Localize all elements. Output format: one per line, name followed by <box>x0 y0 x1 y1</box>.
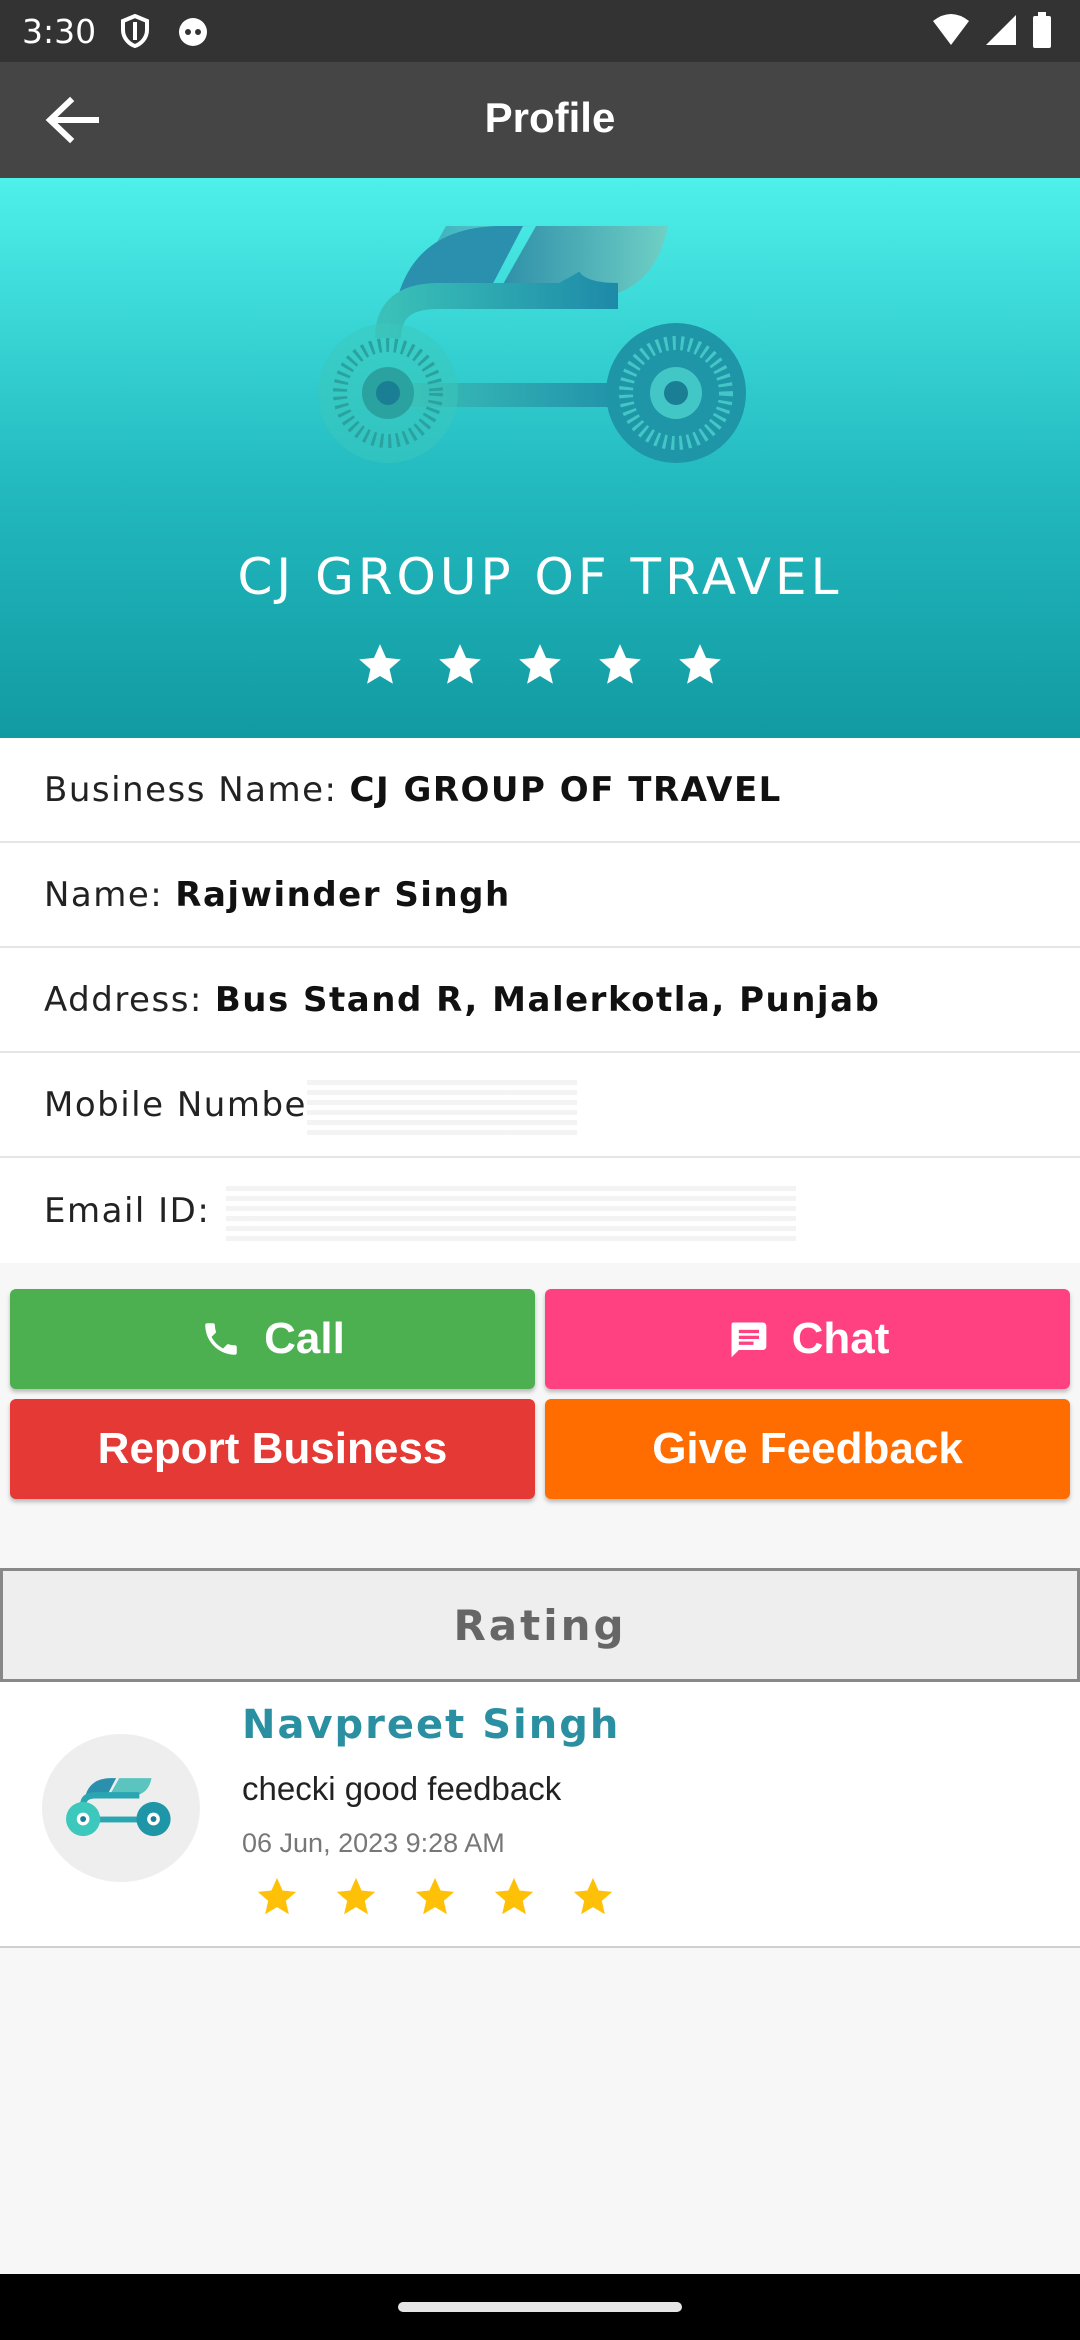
star-icon <box>359 644 401 684</box>
shield-icon <box>121 14 149 48</box>
review-item: Navpreet Singh checki good feedback 06 J… <box>0 1682 1080 1948</box>
chat-label: Chat <box>791 1314 890 1363</box>
business-name-row: Business Name: CJ GROUP OF TRAVEL <box>0 738 1080 843</box>
business-logo <box>318 226 746 463</box>
business-logo-icon <box>66 1778 171 1837</box>
email-row[interactable]: Email ID: <box>0 1158 1080 1263</box>
reviewer-name: Navpreet Singh <box>242 1702 621 1748</box>
address-row: Address: Bus Stand R, Malerkotla, Punjab <box>0 948 1080 1053</box>
rating-section-header: Rating <box>0 1568 1080 1682</box>
owner-name-label: Name: <box>44 874 164 915</box>
mobile-value-redacted <box>306 1074 577 1135</box>
star-icon <box>494 1877 534 1915</box>
give-feedback-label: Give Feedback <box>652 1424 963 1473</box>
email-label: Email ID: <box>44 1190 211 1231</box>
phone-icon <box>205 1323 237 1355</box>
business-header: CJ GROUP OF TRAVEL <box>0 178 1080 738</box>
home-gesture-handle[interactable] <box>398 2302 682 2312</box>
review-comment: checki good feedback <box>242 1770 562 1807</box>
chat-button[interactable]: Chat <box>545 1289 1070 1389</box>
star-icon <box>519 644 561 684</box>
report-business-label: Report Business <box>97 1424 448 1473</box>
report-business-button[interactable]: Report Business <box>10 1399 535 1499</box>
star-icon <box>599 644 641 684</box>
address-label: Address: <box>44 979 203 1020</box>
call-button[interactable]: Call <box>10 1289 535 1389</box>
call-label: Call <box>264 1314 345 1363</box>
email-value-redacted <box>226 1180 797 1241</box>
business-name-value: CJ GROUP OF TRAVEL <box>349 769 782 810</box>
star-icon <box>439 644 481 684</box>
give-feedback-button[interactable]: Give Feedback <box>545 1399 1070 1499</box>
page-title: Profile <box>484 94 616 141</box>
star-icon <box>573 1877 613 1915</box>
star-icon <box>415 1877 455 1915</box>
mobile-row[interactable]: Mobile Numbe <box>0 1053 1080 1158</box>
mobile-label: Mobile Numbe <box>44 1084 307 1125</box>
status-time: 3:30 <box>22 12 97 51</box>
review-rating <box>254 1874 616 1920</box>
chat-icon <box>731 1322 766 1358</box>
status-icons <box>932 12 1052 48</box>
battery-icon <box>1033 12 1051 48</box>
reviewer-avatar <box>42 1734 200 1882</box>
business-rating <box>0 640 1080 690</box>
star-icon <box>257 1877 297 1915</box>
business-name-label: Business Name: <box>44 769 338 810</box>
system-nav-bar <box>0 2274 1080 2340</box>
owner-name-value: Rajwinder Singh <box>175 874 511 915</box>
star-icon <box>336 1877 376 1915</box>
signal-icon <box>986 15 1016 45</box>
cat-icon <box>179 18 207 46</box>
wifi-icon <box>933 14 969 45</box>
star-icon <box>679 644 721 684</box>
owner-name-row: Name: Rajwinder Singh <box>0 843 1080 948</box>
business-info: Business Name: CJ GROUP OF TRAVEL Name: … <box>0 738 1080 1263</box>
status-bar: 3:30 <box>0 0 1080 62</box>
review-date: 06 Jun, 2023 9:28 AM <box>242 1828 505 1858</box>
app-bar: Profile <box>0 62 1080 178</box>
address-value: Bus Stand R, Malerkotla, Punjab <box>214 979 881 1020</box>
business-title: CJ GROUP OF TRAVEL <box>237 548 843 606</box>
